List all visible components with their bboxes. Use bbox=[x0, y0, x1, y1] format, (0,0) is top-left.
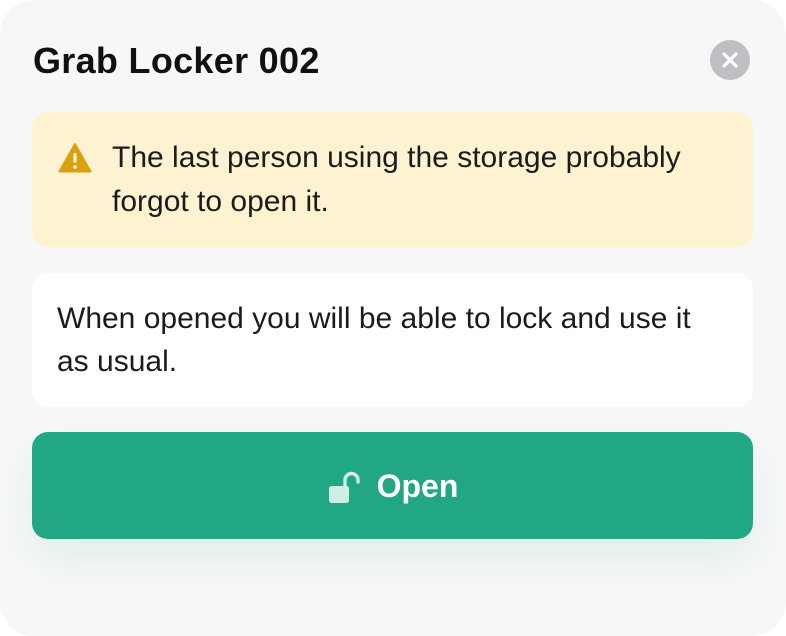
info-card: When opened you will be able to lock and… bbox=[32, 273, 753, 407]
open-button[interactable]: Open bbox=[32, 432, 753, 539]
warning-triangle-icon bbox=[58, 143, 92, 173]
dialog-title: Grab Locker 002 bbox=[33, 40, 320, 81]
close-icon bbox=[722, 52, 738, 68]
info-message: When opened you will be able to lock and… bbox=[57, 302, 691, 378]
warning-banner: The last person using the storage probab… bbox=[32, 112, 753, 247]
unlock-icon bbox=[328, 471, 360, 503]
close-button[interactable] bbox=[710, 40, 750, 80]
open-button-label: Open bbox=[376, 467, 459, 504]
locker-dialog: Grab Locker 002 The last person using th… bbox=[0, 0, 786, 636]
warning-message: The last person using the storage probab… bbox=[112, 141, 681, 218]
